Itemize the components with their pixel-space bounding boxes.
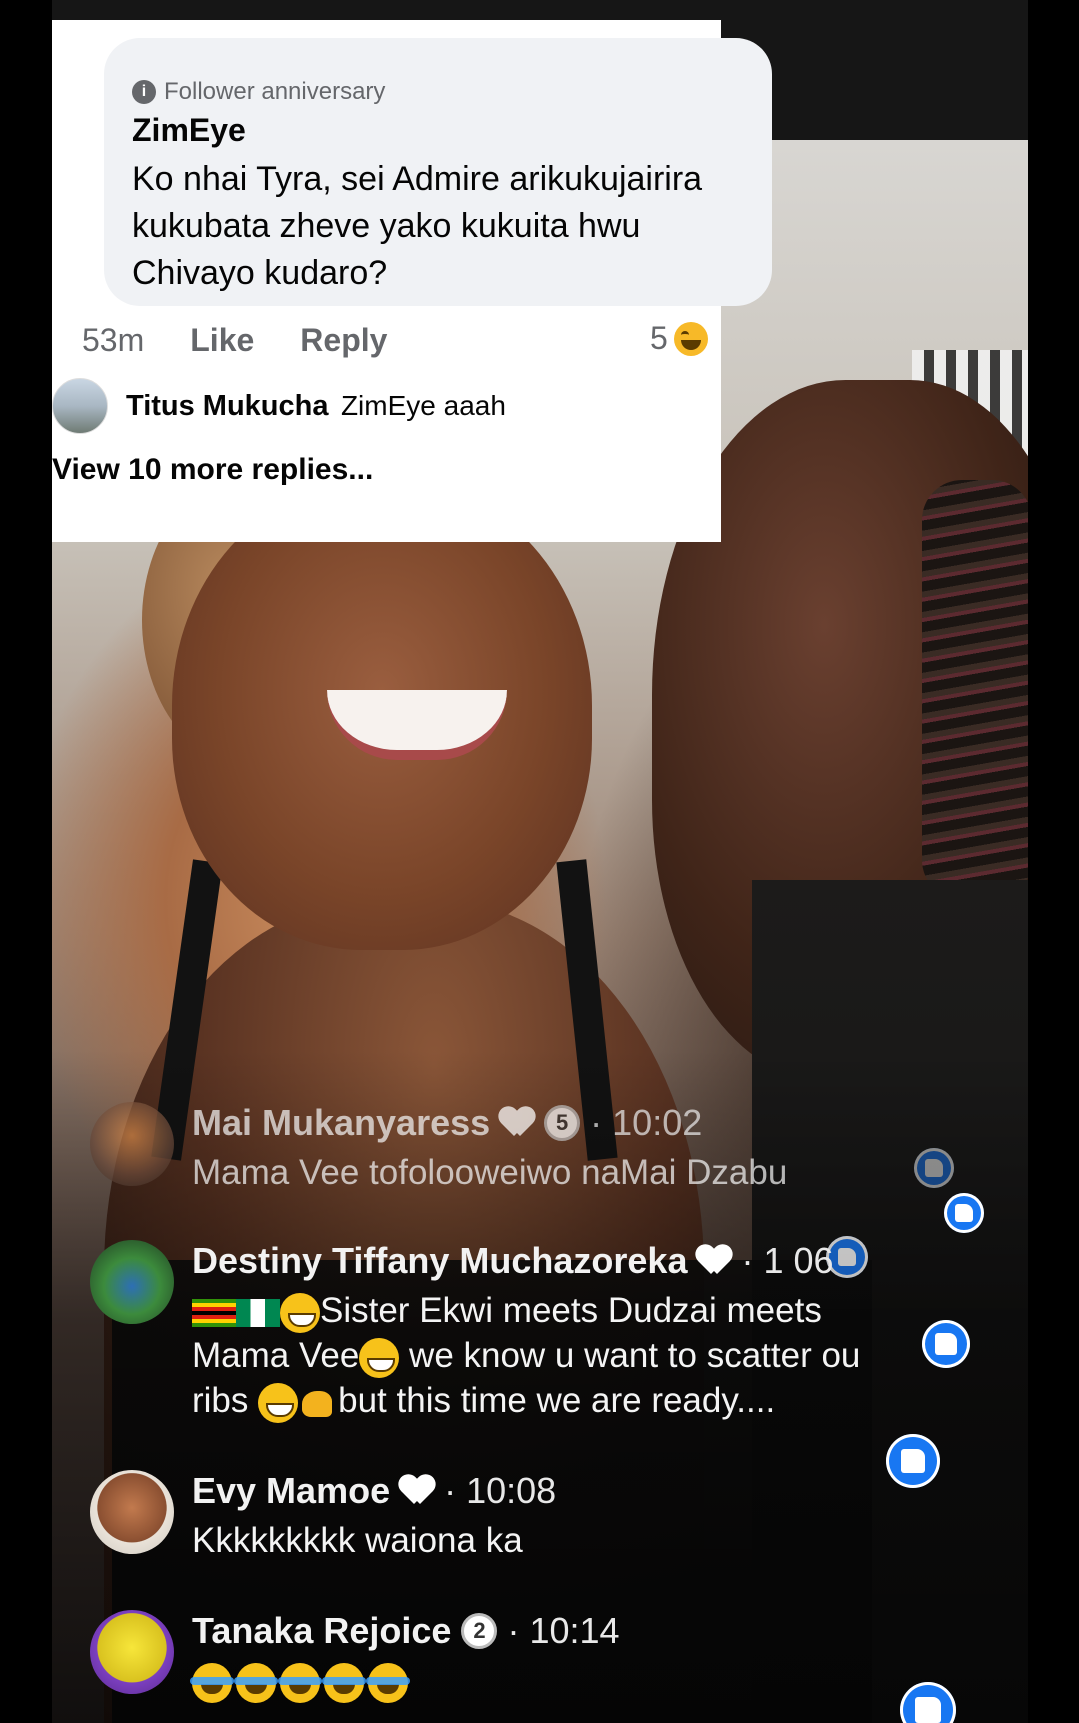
live-comment[interactable]: Destiny Tiffany Muchazoreka · 1 06 Siste… [90, 1240, 860, 1423]
comment-bubble: i Follower anniversary ZimEye Ko nhai Ty… [104, 38, 772, 306]
avatar[interactable] [90, 1610, 174, 1694]
flexed-biceps-icon [298, 1383, 338, 1423]
live-comment[interactable]: Evy Mamoe · 10:08 Kkkkkkkkk waiona ka [90, 1470, 556, 1563]
commenter-name[interactable]: Evy Mamoe [192, 1470, 390, 1512]
comment-text: Kkkkkkkkk waiona ka [192, 1521, 523, 1560]
tears-of-joy-emoji-icon [278, 1662, 322, 1703]
reaction-summary[interactable]: 5 [650, 320, 708, 357]
grinning-emoji-icon [359, 1337, 400, 1378]
man-dreadlocks [922, 480, 1028, 900]
reply-preview[interactable]: Titus Mukucha ZimEye aaah [52, 378, 506, 434]
top-fan-heart-icon [500, 1108, 534, 1138]
like-button[interactable]: Like [190, 322, 254, 359]
separator-dot: · [507, 1610, 520, 1651]
tears-of-joy-emoji-icon [366, 1662, 410, 1703]
level-badge: 5 [544, 1105, 581, 1141]
comment-line-1: Sister Ekwi meets Dudzai meets [320, 1291, 822, 1330]
comment-text: Mama Vee tofoloowеiwo naMai Dzabu [192, 1153, 788, 1192]
grinning-emoji-icon [258, 1382, 299, 1423]
like-reaction-icon [922, 1320, 970, 1368]
separator-dot: · [590, 1102, 603, 1143]
separator-dot: · [444, 1470, 457, 1511]
reply-author[interactable]: Titus Mukucha [126, 390, 329, 422]
tears-of-joy-emoji-icon [234, 1662, 278, 1703]
comment-time: 1 06 [763, 1240, 834, 1281]
avatar[interactable] [90, 1470, 174, 1554]
like-reaction-icon [886, 1434, 940, 1488]
comment-header: Mai Mukanyaress 5 · 10:02 [192, 1102, 787, 1144]
comment-line-3a: ribs [192, 1381, 259, 1420]
comment-time: 10:14 [529, 1610, 620, 1651]
comment-text: Ko nhai Tyra, sei Admire arikukujairira … [132, 160, 703, 292]
live-comment[interactable]: Tanaka Rejoice 2 · 10:14 [90, 1610, 620, 1703]
like-reaction-icon [944, 1193, 984, 1233]
reply-text: ZimEye aaah [340, 389, 506, 421]
comment-body: Evy Mamoe · 10:08 Kkkkkkkkk waiona ka [192, 1470, 556, 1563]
avatar[interactable] [52, 378, 108, 434]
comment-body: Tanaka Rejoice 2 · 10:14 [190, 1610, 620, 1703]
like-reaction-icon [914, 1148, 954, 1188]
separator-dot: · [741, 1240, 754, 1281]
comment-line-2b: we know u want to scatter ou [399, 1336, 861, 1375]
comment-header: Tanaka Rejoice 2 · 10:14 [192, 1610, 620, 1652]
comment-header: Destiny Tiffany Muchazoreka · 1 06 [192, 1240, 860, 1282]
live-comment[interactable]: Mai Mukanyaress 5 · 10:02 Mama Vee tofol… [90, 1102, 787, 1195]
badge-label: Follower anniversary [164, 78, 386, 105]
comment-screenshot-card: i Follower anniversary ZimEye Ko nhai Ty… [52, 20, 772, 542]
info-icon: i [132, 80, 156, 104]
top-fan-heart-icon [400, 1476, 434, 1506]
comment-body: Mai Mukanyaress 5 · 10:02 Mama Vee tofol… [192, 1102, 787, 1195]
comment-text: Sister Ekwi meets Dudzai meets Mama Vee … [192, 1288, 860, 1423]
comment-time: 10:02 [612, 1102, 703, 1143]
grinning-emoji-icon [280, 1292, 320, 1333]
avatar[interactable] [90, 1102, 174, 1186]
comment-body: Destiny Tiffany Muchazoreka · 1 06 Siste… [192, 1240, 860, 1423]
zimbabwe-flag-icon [192, 1298, 236, 1327]
comment-line-2a: Mama Vee [192, 1336, 360, 1375]
comment-actions: 53m Like Reply [82, 322, 387, 359]
level-badge: 2 [461, 1613, 498, 1649]
comment-header: Evy Mamoe · 10:08 [192, 1470, 556, 1512]
commenter-name[interactable]: Destiny Tiffany Muchazoreka [192, 1240, 687, 1282]
top-fan-heart-icon [697, 1246, 731, 1276]
comment-time: 10:08 [466, 1470, 557, 1511]
follower-anniversary-badge: i Follower anniversary [132, 78, 385, 106]
commenter-name[interactable]: Mai Mukanyaress [192, 1102, 490, 1144]
comment-time[interactable]: 53m [82, 322, 144, 359]
comment-text [190, 1658, 620, 1703]
commenter-name[interactable]: Tanaka Rejoice [192, 1610, 451, 1652]
comment-author[interactable]: ZimEye [132, 112, 246, 149]
reaction-count: 5 [650, 320, 668, 356]
tears-of-joy-emoji-icon [322, 1662, 366, 1703]
reply-button[interactable]: Reply [300, 322, 387, 359]
nigeria-flag-icon [236, 1298, 280, 1327]
tears-of-joy-emoji-icon [190, 1662, 234, 1703]
laughing-emoji-icon [673, 321, 708, 356]
view-more-replies-link[interactable]: View 10 more replies... [52, 453, 373, 487]
comment-line-3b: but this time we are ready.... [338, 1381, 776, 1420]
avatar[interactable] [90, 1240, 174, 1324]
